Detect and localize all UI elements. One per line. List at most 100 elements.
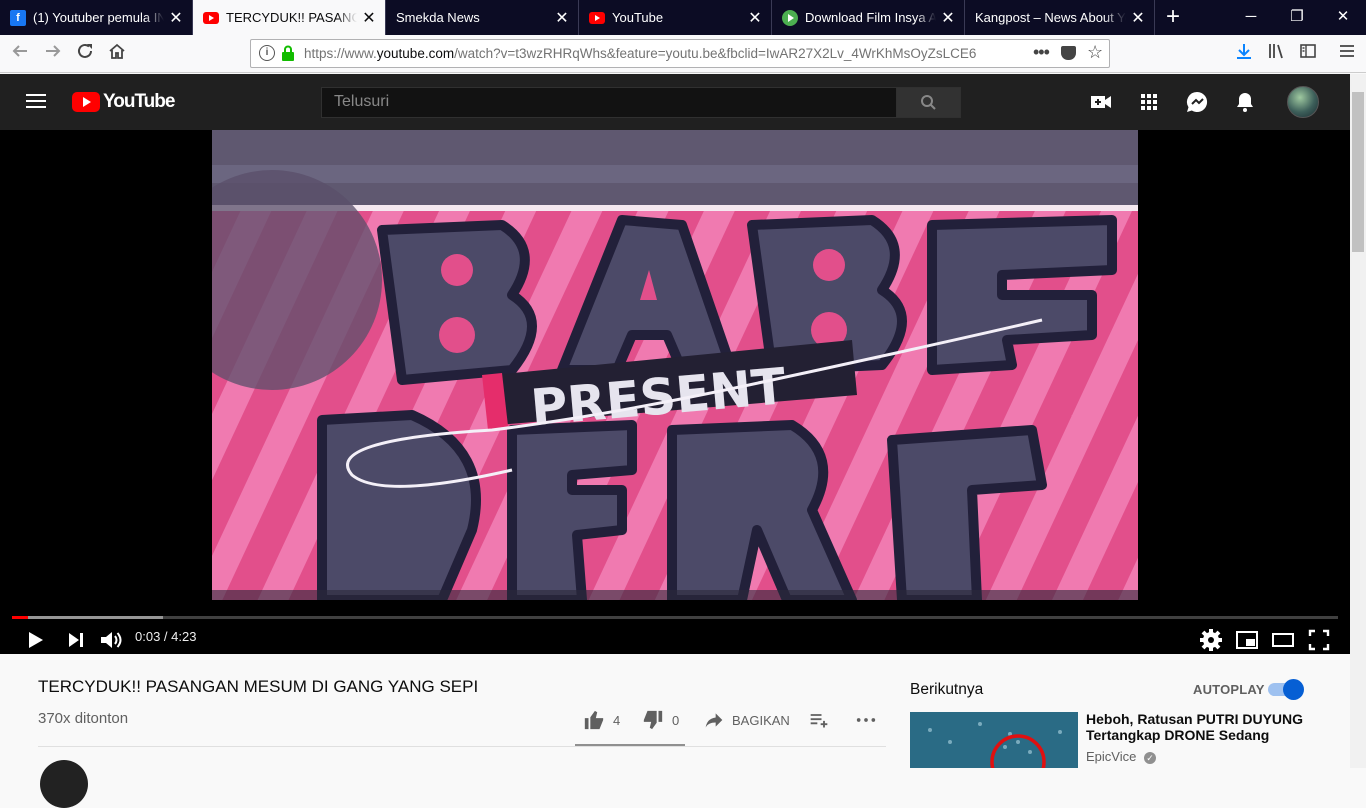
hamburger-menu-icon — [1340, 45, 1354, 57]
home-icon — [109, 43, 125, 59]
youtube-logo-text: YouTube — [103, 91, 175, 112]
recommended-video-title[interactable]: Heboh, Ratusan PUTRI DUYUNG Tertangkap D… — [1086, 711, 1326, 743]
channel-avatar[interactable] — [40, 760, 88, 808]
autoplay-label: AUTOPLAY — [1193, 682, 1265, 697]
facebook-icon: f — [10, 9, 26, 26]
video-still-image: PRESENT — [212, 130, 1138, 600]
tab-title: Smekda News — [396, 10, 480, 25]
share-label: BAGIKAN — [732, 712, 790, 728]
close-tab-icon[interactable]: ✕ — [1126, 8, 1150, 28]
create-video-icon[interactable] — [1089, 90, 1113, 114]
youtube-icon — [203, 10, 219, 26]
theater-mode-icon[interactable] — [1269, 626, 1297, 654]
url-domain: youtube.com — [376, 46, 455, 61]
page-actions-menu-icon[interactable]: ••• — [1033, 42, 1050, 63]
library-icon — [1269, 44, 1283, 59]
page-scrollbar[interactable] — [1350, 74, 1366, 768]
like-button[interactable]: 4 — [583, 708, 620, 732]
browser-tab-5[interactable]: Download Film Insya Allah ✕ — [772, 0, 965, 35]
channel-name: EpicVice — [1086, 749, 1137, 764]
video-frame[interactable]: PRESENT — [212, 130, 1138, 600]
add-to-playlist-icon — [810, 714, 828, 728]
browser-nav-bar: i https://www.youtube.com/watch?v=t3wzRH… — [0, 35, 1366, 73]
buffered-bar — [12, 616, 164, 619]
search-input[interactable]: Telusuri — [321, 87, 897, 118]
autoplay-toggle-knob[interactable] — [1283, 679, 1304, 700]
thumbs-down-icon — [643, 710, 663, 730]
downloads-button[interactable] — [1229, 39, 1259, 69]
thumbnail-image — [910, 712, 1078, 768]
miniplayer-icon[interactable] — [1233, 626, 1261, 654]
close-tab-icon[interactable]: ✕ — [743, 8, 767, 28]
browser-tab-2-active[interactable]: TERCYDUK!! PASANGAN MESUM ✕ — [193, 0, 386, 35]
played-bar — [12, 616, 28, 619]
fullscreen-icon[interactable] — [1305, 626, 1333, 654]
youtube-icon — [589, 10, 605, 26]
home-button[interactable] — [102, 39, 132, 69]
section-divider — [38, 746, 886, 747]
volume-icon[interactable] — [97, 626, 125, 654]
back-arrow-icon — [12, 45, 27, 57]
minimize-button[interactable]: ─ — [1228, 0, 1274, 35]
library-button[interactable] — [1261, 39, 1291, 69]
close-tab-icon[interactable]: ✕ — [164, 8, 188, 28]
youtube-logo[interactable]: YouTube — [72, 91, 175, 113]
close-window-button[interactable]: ✕ — [1320, 0, 1366, 35]
new-tab-button[interactable]: + — [1160, 0, 1186, 35]
save-to-playlist-button[interactable] — [809, 708, 829, 732]
close-tab-icon[interactable]: ✕ — [357, 8, 381, 28]
youtube-play-logo-icon — [72, 92, 100, 112]
guide-menu-icon[interactable] — [26, 94, 46, 108]
url-prefix: https://www. — [304, 46, 377, 61]
play-button-icon[interactable] — [21, 626, 49, 654]
tab-title: YouTube — [612, 10, 664, 25]
site-info-icon[interactable]: i — [259, 45, 275, 61]
verified-check-icon: ✓ — [1143, 752, 1156, 764]
menu-button[interactable] — [1332, 39, 1362, 69]
messages-icon[interactable] — [1185, 90, 1209, 114]
tab-title: TERCYDUK!! PASANGAN MESUM — [226, 10, 357, 25]
restore-button[interactable]: ❐ — [1274, 0, 1320, 35]
reload-button[interactable] — [70, 39, 100, 69]
more-actions-button[interactable] — [855, 708, 877, 732]
scrollbar-thumb[interactable] — [1352, 92, 1364, 252]
back-button[interactable] — [5, 39, 35, 69]
browser-tab-4[interactable]: YouTube ✕ — [579, 0, 772, 35]
download-arrow-icon — [1237, 44, 1251, 59]
search-button[interactable] — [896, 87, 961, 118]
apps-grid-icon[interactable] — [1137, 90, 1161, 114]
tab-title: Download Film Insya Allah — [805, 10, 936, 25]
recommended-video-channel[interactable]: EpicVice ✓ — [1086, 749, 1156, 764]
bookmark-star-icon[interactable]: ☆ — [1087, 42, 1103, 63]
close-tab-icon[interactable]: ✕ — [550, 8, 574, 28]
browser-tab-6[interactable]: Kangpost – News About Your ✕ — [965, 0, 1155, 35]
browser-tab-1[interactable]: f (1) Youtuber pemula INDONESIA ✕ — [0, 0, 193, 35]
dislike-button[interactable]: 0 — [642, 708, 679, 732]
sidebar-toggle-button[interactable] — [1293, 39, 1323, 69]
browser-tab-3[interactable]: Smekda News ✕ — [386, 0, 579, 35]
next-video-icon[interactable] — [62, 626, 90, 654]
video-title: TERCYDUK!! PASANGAN MESUM DI GANG YANG S… — [38, 677, 479, 696]
forward-arrow-icon — [46, 45, 61, 57]
tab-title: (1) Youtuber pemula INDONESIA — [33, 10, 164, 25]
video-player[interactable]: PRESENT 0:03 / 4:23 — [0, 130, 1350, 654]
like-count: 4 — [613, 712, 621, 728]
thumbs-up-icon — [584, 710, 604, 730]
pocket-icon[interactable] — [1061, 46, 1076, 60]
recommended-video-thumbnail[interactable] — [910, 712, 1078, 768]
search-icon — [921, 95, 936, 110]
forward-button[interactable] — [38, 39, 68, 69]
url-text[interactable]: https://www.youtube.com/watch?v=t3wzRHRq… — [304, 46, 1004, 61]
settings-gear-icon[interactable] — [1197, 626, 1225, 654]
tab-title: Kangpost – News About Your — [975, 10, 1126, 25]
notifications-bell-icon[interactable] — [1233, 90, 1257, 114]
more-horizontal-icon — [856, 718, 876, 722]
dislike-count: 0 — [672, 712, 680, 728]
close-tab-icon[interactable]: ✕ — [936, 8, 960, 28]
account-avatar[interactable] — [1287, 86, 1319, 118]
youtube-header: YouTube Telusuri — [0, 74, 1350, 130]
url-bar[interactable]: i https://www.youtube.com/watch?v=t3wzRH… — [250, 39, 1110, 68]
share-button[interactable]: BAGIKAN — [704, 708, 790, 732]
seek-bar[interactable] — [12, 616, 1338, 619]
play-icon — [782, 9, 798, 26]
